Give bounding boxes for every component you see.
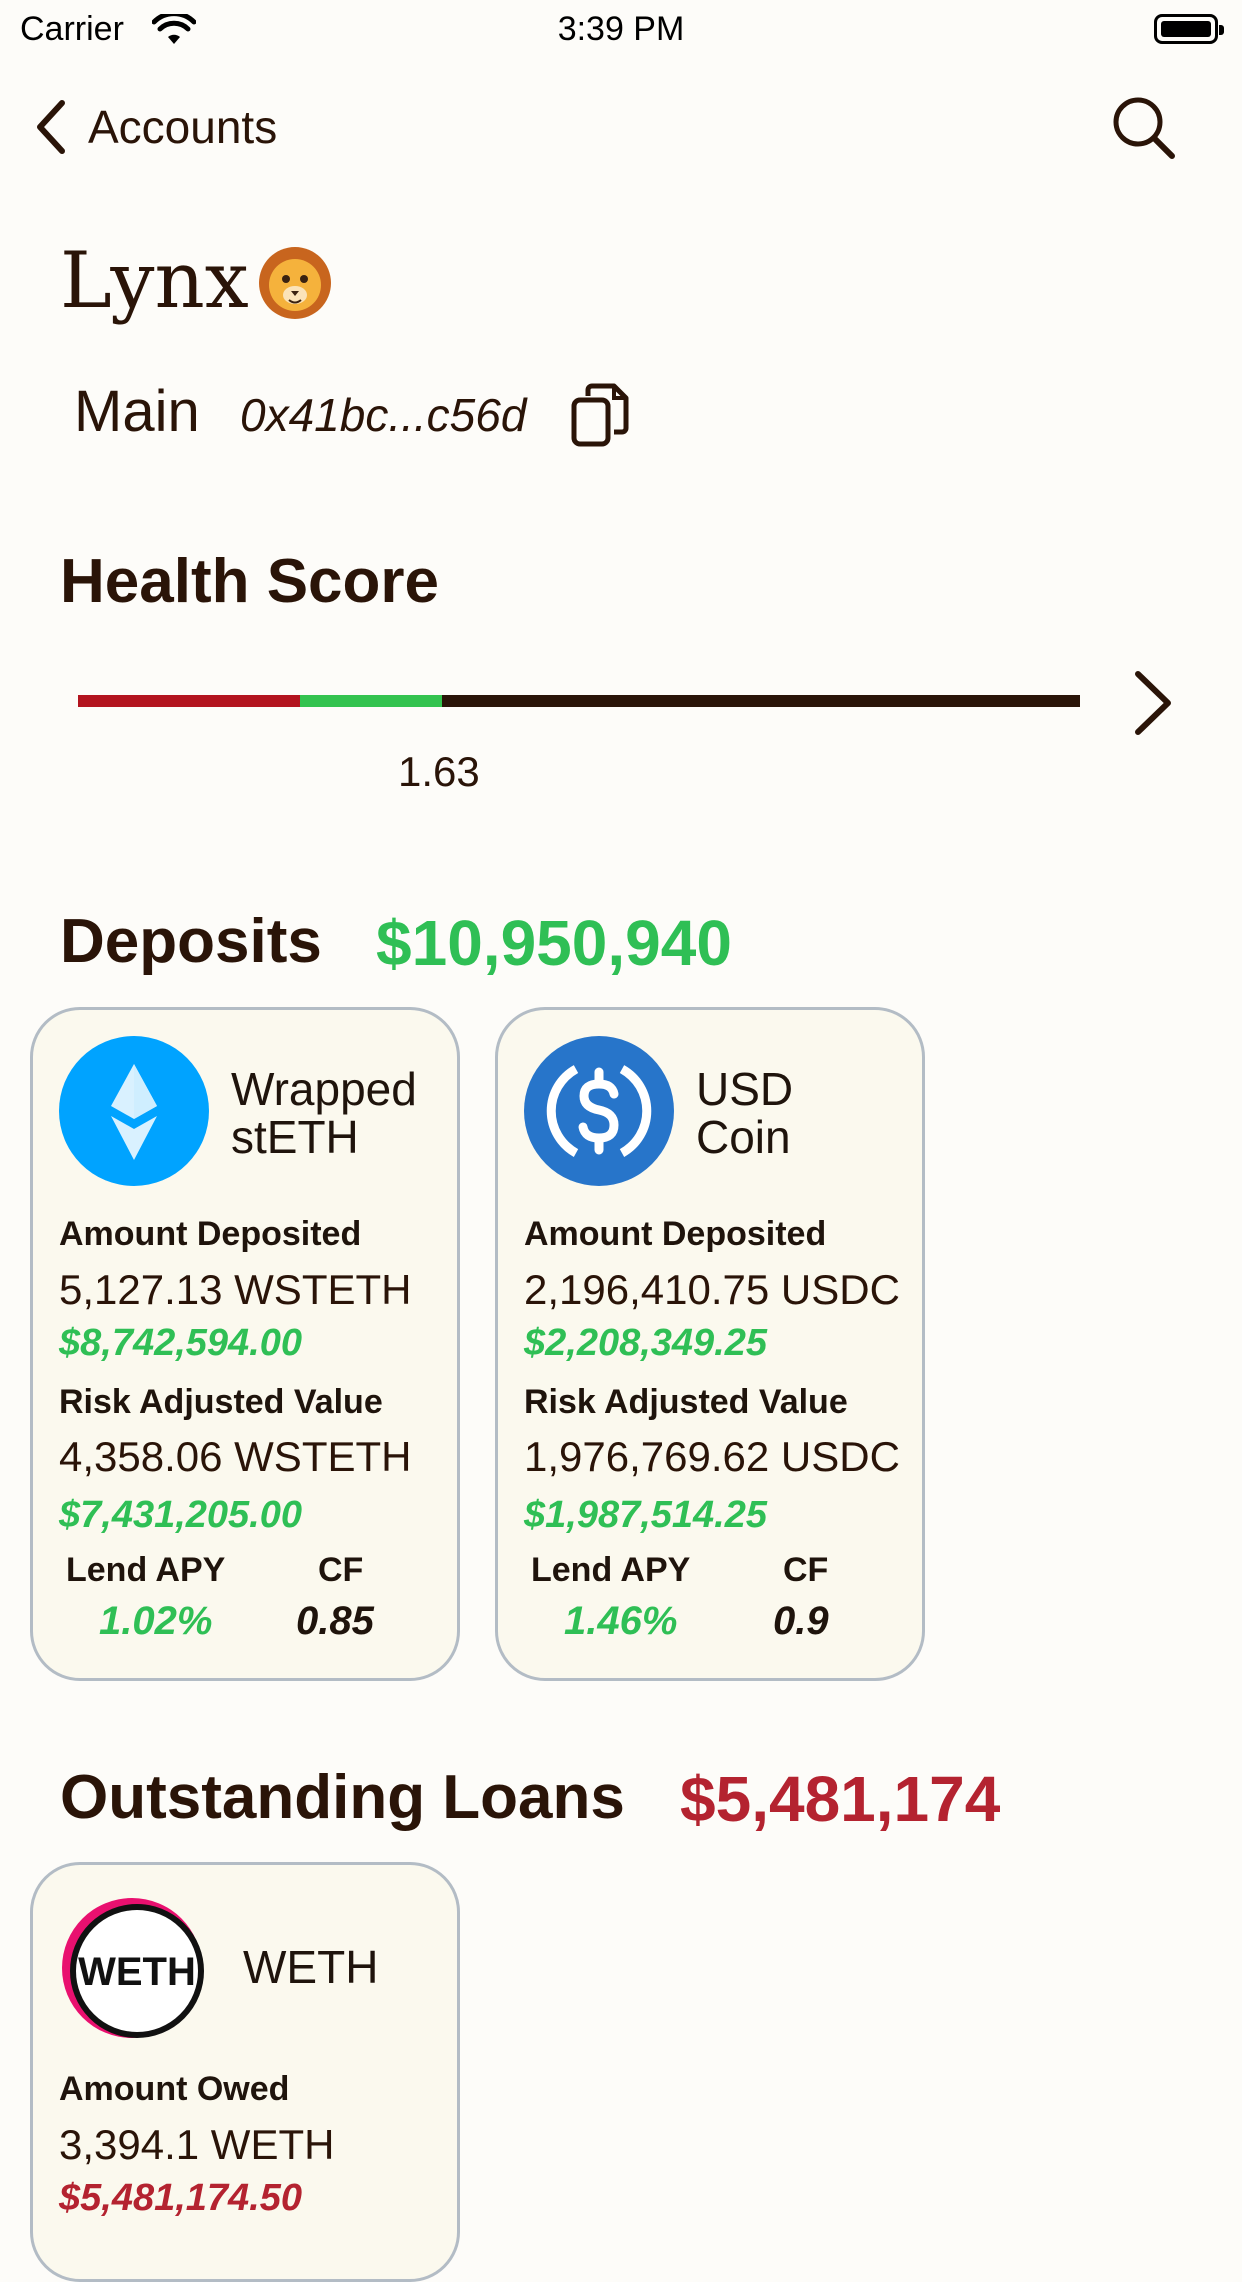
weth-icon: WETH xyxy=(62,1898,204,2038)
usdc-icon xyxy=(524,1036,674,1186)
deposits-title: Deposits xyxy=(60,907,322,976)
search-icon[interactable] xyxy=(1108,92,1178,162)
amount-owed-value: 3,394.1 WETH xyxy=(59,2121,335,2168)
back-button[interactable]: Accounts xyxy=(30,92,277,162)
health-bar-mid-segment xyxy=(300,695,442,707)
lend-apy-label: Lend APY xyxy=(66,1551,226,1589)
lend-apy-value: 1.02% xyxy=(99,1599,213,1643)
copy-icon[interactable] xyxy=(570,382,630,452)
amount-owed-label: Amount Owed xyxy=(59,2070,290,2108)
asset-name: USD Coin xyxy=(696,1063,794,1163)
loans-total: $5,481,174 xyxy=(680,1763,1001,1835)
cf-value: 0.9 xyxy=(773,1599,829,1643)
chevron-left-icon xyxy=(37,100,65,154)
status-time: 3:39 PM xyxy=(557,10,685,48)
cf-value: 0.85 xyxy=(296,1599,374,1643)
lend-apy-label: Lend APY xyxy=(531,1551,691,1589)
risk-adjusted-value: 1,976,769.62 USDC xyxy=(524,1433,900,1480)
amount-deposited-label: Amount Deposited xyxy=(524,1215,827,1253)
cf-label: CF xyxy=(783,1551,829,1589)
account-name-text: Lynx xyxy=(60,236,249,326)
account-type: Main xyxy=(74,379,200,444)
status-bar: Carrier 3:39 PM xyxy=(0,0,1242,60)
risk-adjusted-value: 4,358.06 WSTETH xyxy=(59,1433,412,1480)
chevron-right-icon[interactable] xyxy=(1124,668,1180,738)
wsteth-icon xyxy=(59,1036,209,1186)
risk-adjusted-usd: $1,987,514.25 xyxy=(524,1494,768,1536)
deposits-total: $10,950,940 xyxy=(376,907,732,979)
wallet-address: 0x41bc...c56d xyxy=(240,389,527,441)
risk-adjusted-usd: $7,431,205.00 xyxy=(59,1494,303,1536)
deposit-card-wsteth[interactable]: Wrapped stETH Amount Deposited 5,127.13 … xyxy=(30,1007,460,1681)
amount-deposited-usd: $2,208,349.25 xyxy=(524,1322,768,1364)
amount-deposited-value: 5,127.13 WSTETH xyxy=(59,1266,412,1313)
lend-apy-value: 1.46% xyxy=(564,1599,678,1643)
health-bar-low-segment xyxy=(78,695,300,707)
amount-deposited-value: 2,196,410.75 USDC xyxy=(524,1266,900,1313)
back-label: Accounts xyxy=(88,101,278,153)
svg-text:WETH: WETH xyxy=(78,1950,196,1994)
lion-emoji-icon xyxy=(258,247,331,319)
account-name: Lynx xyxy=(60,236,335,326)
health-score-bar[interactable] xyxy=(78,695,1080,707)
loan-card-weth[interactable]: WETH WETH Amount Owed 3,394.1 WETH $5,48… xyxy=(30,1862,460,2282)
loans-title: Outstanding Loans xyxy=(60,1763,625,1832)
asset-name: WETH xyxy=(243,1941,379,1993)
cf-label: CF xyxy=(318,1551,364,1589)
amount-owed-usd: $5,481,174.50 xyxy=(59,2177,303,2219)
amount-deposited-usd: $8,742,594.00 xyxy=(59,1322,303,1364)
battery-icon xyxy=(1154,14,1224,44)
amount-deposited-label: Amount Deposited xyxy=(59,1215,362,1253)
risk-adjusted-label: Risk Adjusted Value xyxy=(524,1383,848,1421)
asset-name: Wrapped stETH xyxy=(231,1063,417,1163)
health-score-title: Health Score xyxy=(60,547,440,616)
risk-adjusted-label: Risk Adjusted Value xyxy=(59,1383,383,1421)
health-score-value: 1.63 xyxy=(398,748,480,795)
health-bar-rest-segment xyxy=(442,695,1080,707)
deposit-card-usdc[interactable]: USD Coin Amount Deposited 2,196,410.75 U… xyxy=(495,1007,925,1681)
